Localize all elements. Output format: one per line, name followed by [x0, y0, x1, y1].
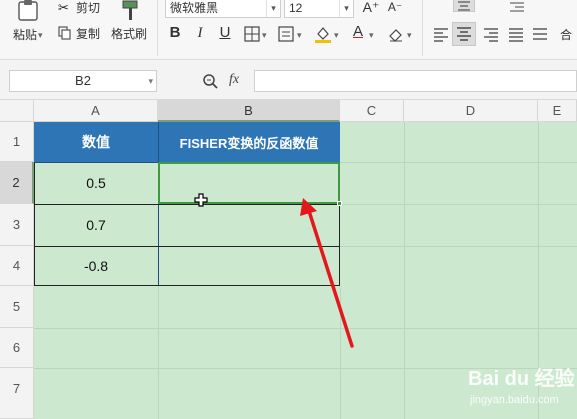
baidu-watermark: Bai du 经验 — [468, 368, 575, 390]
red-arrow-annotation — [300, 198, 354, 348]
baidu-watermark-url: jingyan.baidu.com — [470, 394, 559, 406]
